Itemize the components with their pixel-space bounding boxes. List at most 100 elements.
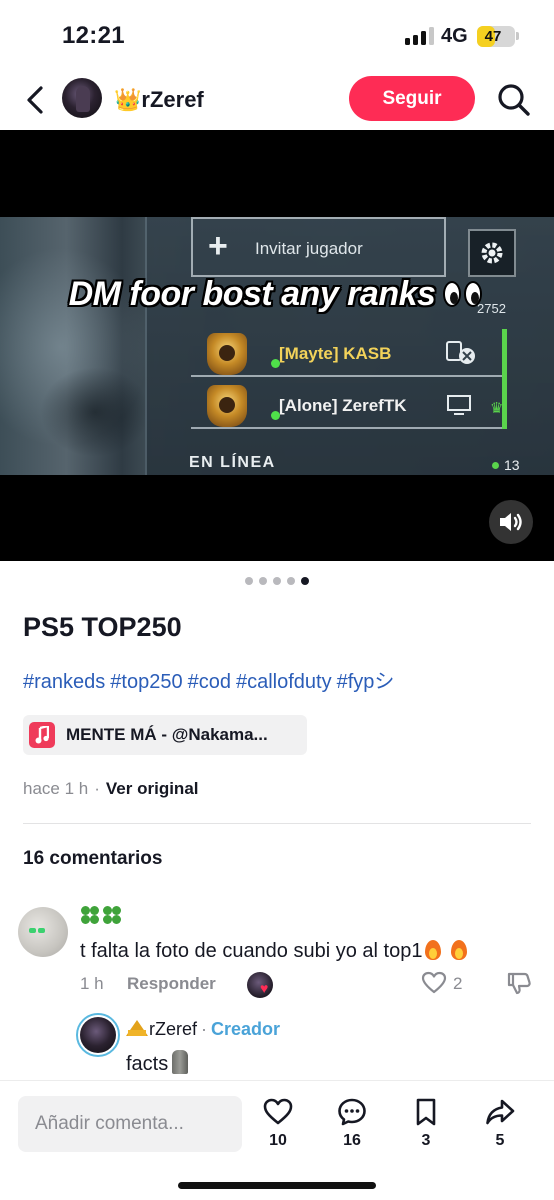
status-bar: 12:21 4G 47 [0, 0, 554, 70]
moai-emoji-icon [172, 1050, 189, 1074]
home-indicator [178, 1182, 376, 1189]
sound-toggle-button[interactable] [489, 500, 533, 544]
see-original-link[interactable]: Ver original [106, 779, 199, 798]
comment-text: t falta la foto de cuando subi yo al top… [80, 940, 423, 962]
video-caption-text: DM foor bost any ranks [68, 275, 436, 313]
search-button[interactable] [496, 82, 532, 118]
post-meta: hace 1 h · Ver original [23, 779, 199, 799]
commenter-avatar[interactable] [18, 907, 68, 957]
speaker-icon [500, 513, 522, 531]
online-label: EN LÍNEA [189, 454, 276, 471]
comment-bubble-icon [338, 1098, 366, 1126]
comment-dislike-button[interactable] [506, 970, 532, 996]
player-row: [Alone] ZerefTK [191, 381, 502, 429]
hashtag-link[interactable]: #callofduty [236, 671, 332, 693]
reply-button[interactable]: Responder [127, 974, 216, 994]
divider [23, 823, 531, 824]
carousel-dot[interactable] [259, 577, 267, 585]
share-button[interactable]: 5 [477, 1095, 523, 1155]
pc-platform-icon [447, 395, 471, 415]
reply-text: facts [126, 1053, 169, 1075]
invite-player-label: Invitar jugador [255, 239, 363, 258]
player-row: [Mayte] KASB [191, 329, 502, 377]
commenter-username[interactable] [80, 905, 124, 927]
chevron-left-icon [27, 86, 43, 114]
gear-icon [481, 242, 503, 264]
creator-badge: Creador [211, 1019, 281, 1039]
comment-like-count: 2 [453, 974, 463, 993]
comment-like-button[interactable] [421, 970, 447, 996]
top-nav: 👑rZeref Seguir [0, 70, 554, 130]
thumbs-down-icon [507, 972, 531, 995]
clover-emoji-icon [102, 905, 122, 925]
carousel-dot[interactable] [273, 577, 281, 585]
reply-header: rZeref · Creador [126, 1019, 280, 1040]
share-arrow-icon [486, 1099, 515, 1125]
author-avatar[interactable] [62, 78, 102, 118]
player-name: [Alone] ZerefTK [279, 396, 407, 415]
carousel-dot[interactable] [287, 577, 295, 585]
rank-badge-icon [207, 385, 247, 427]
comments-count: 16 comentarios [23, 848, 163, 869]
back-button[interactable] [20, 82, 50, 118]
save-count: 3 [421, 1132, 431, 1149]
carousel-dot[interactable] [245, 577, 253, 585]
music-title: MENTE MÁ - @Nakama... [66, 725, 268, 744]
eyes-emoji-icon [443, 281, 485, 307]
rank-badge-icon [207, 333, 247, 375]
music-note-icon [29, 722, 55, 748]
fire-emoji-icon [424, 938, 442, 960]
meta-separator: · [94, 779, 100, 798]
like-count: 10 [269, 1132, 287, 1149]
video-caption: DM foor bost any ranks [0, 275, 554, 314]
party-leader-icon: ♛ [490, 400, 504, 417]
player-name: [Mayte] KASB [279, 344, 392, 363]
hashtag-link[interactable]: #top250 [110, 671, 182, 693]
creator-reply-avatar[interactable] [76, 1013, 120, 1057]
add-comment-input[interactable] [18, 1096, 242, 1152]
carousel-pagination [0, 577, 554, 589]
network-type: 4G [441, 25, 468, 47]
comment-time: 1 h [80, 974, 104, 993]
fire-emoji-icon [450, 938, 468, 960]
crown-emoji-icon [126, 1020, 148, 1036]
heart-icon [263, 1098, 293, 1125]
comment-button[interactable]: 16 [329, 1095, 375, 1155]
game-screenshot: + Invitar jugador 2752 [Mayte] KASB [Alo… [0, 217, 554, 475]
save-button[interactable]: 3 [403, 1095, 449, 1155]
comment-count: 16 [343, 1132, 361, 1149]
hashtag-link[interactable]: #cod [188, 671, 231, 693]
signal-icon [405, 27, 435, 45]
bottom-action-bar: 10 16 3 5 [0, 1080, 554, 1200]
reply-username[interactable]: rZeref [149, 1019, 197, 1039]
hashtag-link[interactable]: #fypシ [337, 671, 395, 693]
battery-icon: 47 [477, 26, 515, 47]
online-count: 13 [492, 457, 520, 473]
invite-player-box: + Invitar jugador [191, 217, 446, 277]
author-username[interactable]: 👑rZeref [114, 87, 204, 113]
heart-outline-icon [421, 971, 447, 994]
follow-button[interactable]: Seguir [349, 76, 475, 121]
creator-liked-icon [247, 972, 273, 998]
reply-separator: · [201, 1019, 208, 1039]
search-icon [498, 84, 530, 116]
hashtags: #rankeds #top250 #cod #callofduty #fypシ [23, 665, 399, 694]
post-title: PS5 TOP250 [23, 612, 182, 642]
bookmark-icon [416, 1098, 436, 1126]
clover-emoji-icon [80, 905, 100, 925]
reply-text-row: facts [126, 1050, 189, 1076]
game-party-panel: + Invitar jugador 2752 [Mayte] KASB [Alo… [145, 217, 554, 475]
share-count: 5 [495, 1132, 505, 1149]
carousel-dot[interactable] [301, 577, 309, 585]
post-time: hace 1 h [23, 779, 89, 798]
battery-tip [516, 32, 519, 40]
like-button[interactable]: 10 [255, 1095, 301, 1155]
music-chip[interactable]: MENTE MÁ - @Nakama... [23, 715, 307, 755]
battery-level: 47 [484, 28, 502, 45]
game-settings-box [468, 229, 516, 277]
hashtag-link[interactable]: #rankeds [23, 671, 105, 693]
post-media[interactable]: + Invitar jugador 2752 [Mayte] KASB [Alo… [0, 130, 554, 561]
xbox-platform-icon [446, 341, 475, 364]
plus-icon: + [208, 227, 228, 265]
status-time: 12:21 [62, 22, 125, 49]
